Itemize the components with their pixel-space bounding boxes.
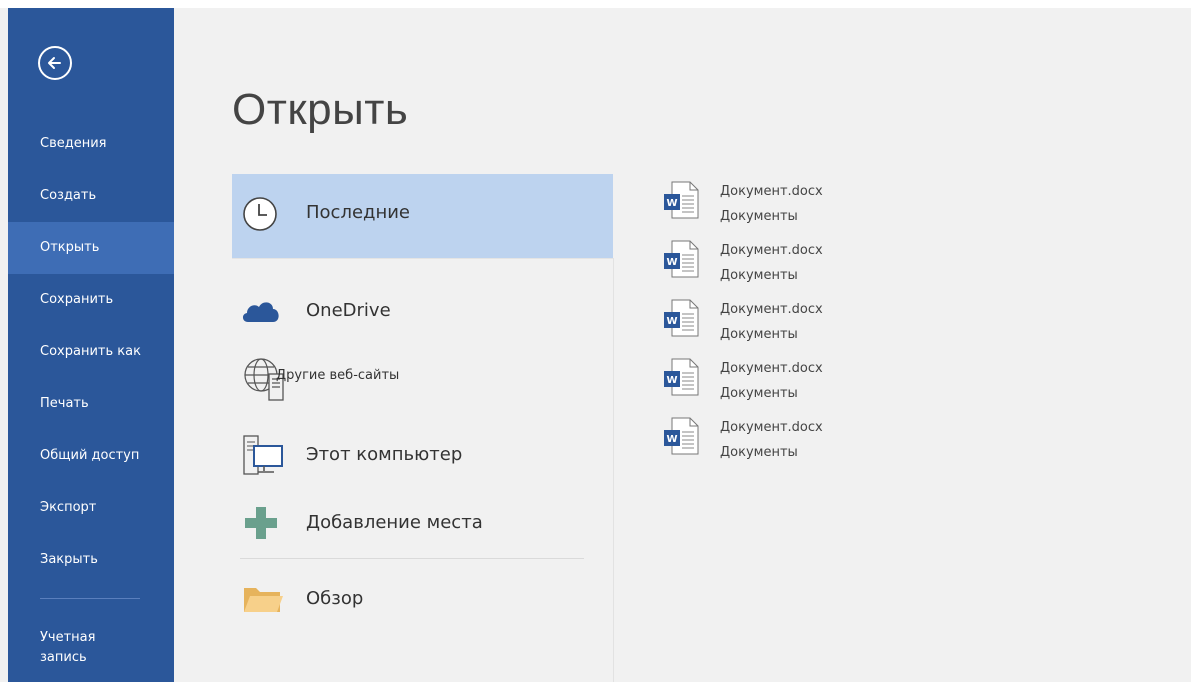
recent-file[interactable]: W Документ.docx Документы: [660, 298, 900, 356]
recent-file-name: Документ.docx: [720, 243, 823, 258]
place-recent-label: Последние: [306, 202, 411, 223]
folder-icon: [244, 588, 283, 612]
recent-file-location: Документы: [720, 327, 798, 342]
nav-open[interactable]: Открыть: [8, 222, 174, 274]
place-browse[interactable]: Обзор: [232, 570, 613, 630]
place-recent[interactable]: Последние: [232, 174, 613, 258]
nav-save-as[interactable]: Сохранить как: [8, 326, 174, 378]
back-button[interactable]: [38, 46, 72, 80]
top-border: [0, 0, 1197, 8]
nav-print[interactable]: Печать: [8, 378, 174, 430]
recent-file-location: Документы: [720, 209, 798, 224]
page-title: Открыть: [232, 85, 409, 134]
place-browse-label: Обзор: [306, 588, 364, 609]
places-divider-bottom: [240, 558, 584, 559]
nav-account-line1: Учетная: [40, 630, 96, 645]
place-this-pc-label: Этот компьютер: [306, 444, 463, 465]
place-add[interactable]: Добавление места: [232, 494, 613, 554]
recent-file-name: Документ.docx: [720, 184, 823, 199]
nav-save[interactable]: Сохранить: [8, 274, 174, 326]
recent-file-location: Документы: [720, 445, 798, 460]
recent-file-location: Документы: [720, 268, 798, 283]
nav-export[interactable]: Экспорт: [8, 482, 174, 534]
nav-info[interactable]: Сведения: [8, 118, 174, 170]
arrow-left-icon: [48, 57, 61, 69]
recent-file-location: Документы: [720, 386, 798, 401]
recent-file-name: Документ.docx: [720, 420, 823, 435]
nav-account-line2: запись: [40, 650, 87, 665]
nav-new[interactable]: Создать: [8, 170, 174, 222]
places-divider-top: [232, 258, 613, 259]
place-add-label: Добавление места: [306, 512, 483, 533]
svg-text:W: W: [666, 375, 677, 386]
nav-account[interactable]: Учетная запись: [40, 628, 160, 668]
recent-file[interactable]: W Документ.docx Документы: [660, 416, 900, 474]
nav-divider: [40, 598, 140, 599]
svg-text:W: W: [666, 257, 677, 268]
word-doc-icon: W: [664, 299, 699, 337]
word-doc-icon: W: [664, 240, 699, 278]
svg-text:W: W: [666, 198, 677, 209]
recent-file[interactable]: W Документ.docx Документы: [660, 239, 900, 297]
right-border: [1191, 0, 1197, 682]
svg-text:W: W: [666, 316, 677, 327]
recent-file-name: Документ.docx: [720, 302, 823, 317]
place-this-pc[interactable]: Этот компьютер: [232, 426, 613, 486]
word-doc-icon: W: [664, 181, 699, 219]
recent-file[interactable]: W Документ.docx Документы: [660, 357, 900, 415]
computer-icon: [243, 435, 283, 475]
place-other-sites[interactable]: Другие веб-сайты: [232, 350, 613, 410]
word-doc-icon: W: [664, 358, 699, 396]
plus-icon: [245, 507, 277, 539]
panel-divider: [613, 258, 614, 682]
place-onedrive-label: OneDrive: [306, 300, 391, 321]
place-onedrive[interactable]: OneDrive: [232, 282, 613, 342]
recent-file[interactable]: W Документ.docx Документы: [660, 180, 900, 238]
nav-close[interactable]: Закрыть: [8, 534, 174, 586]
place-other-sites-label: Другие веб-сайты: [276, 368, 400, 383]
nav-share[interactable]: Общий доступ: [8, 430, 174, 482]
backstage-sidebar: Сведения Создать Открыть Сохранить Сохра…: [8, 8, 174, 682]
cloud-icon: [242, 302, 279, 322]
svg-text:W: W: [666, 434, 677, 445]
clock-icon: [243, 197, 277, 231]
recent-file-name: Документ.docx: [720, 361, 823, 376]
word-doc-icon: W: [664, 417, 699, 455]
